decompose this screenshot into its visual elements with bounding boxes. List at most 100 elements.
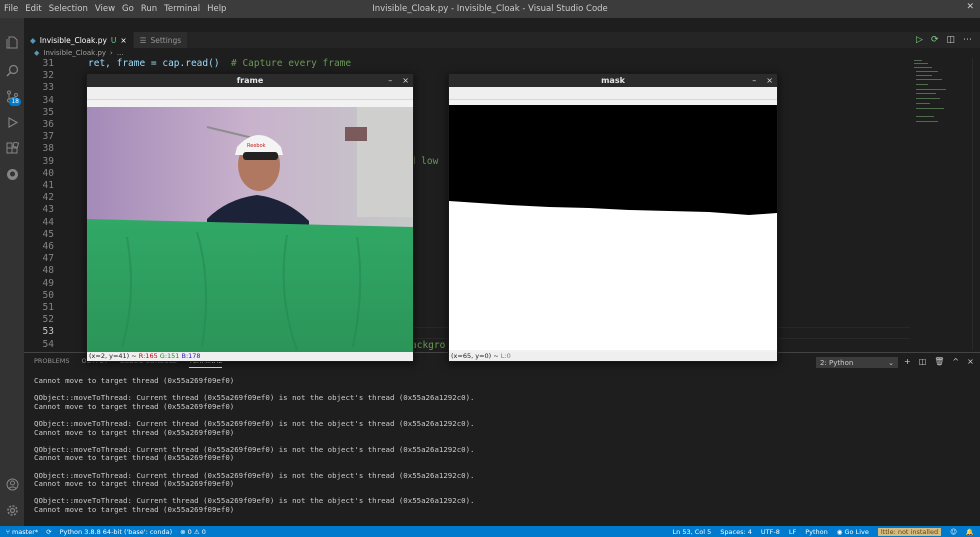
mask-window-toolbar — [449, 87, 777, 100]
code-fragment-53: ackgro — [411, 340, 446, 351]
bottom-panel: PROBLEMS OUTPUT DEBUG CONSOLE TERMINAL 2… — [24, 352, 980, 526]
terminal-line: Cannot move to target thread (0x55a269f0… — [34, 427, 235, 437]
editor-scrollbar[interactable] — [972, 58, 980, 350]
search-icon[interactable] — [4, 62, 20, 78]
editor-tabs: ◆ Invisible_Cloak.py U × ☰ Settings ▷ ⟳ … — [24, 32, 980, 48]
problems-count[interactable]: ⊗ 0 ⚠ 0 — [180, 528, 206, 536]
encoding[interactable]: UTF-8 — [761, 528, 780, 536]
chevron-down-icon: ⌄ — [888, 358, 894, 367]
python-interpreter[interactable]: Python 3.8.8 64-bit ('base': conda) — [60, 528, 173, 536]
menu-run[interactable]: Run — [141, 4, 157, 14]
tab-settings[interactable]: ☰ Settings — [133, 32, 189, 48]
menu-help[interactable]: Help — [207, 4, 226, 14]
go-live-label: Go Live — [844, 527, 869, 536]
split-editor-icon[interactable]: ◫ — [946, 35, 955, 45]
terminal-line: Cannot move to target thread (0x55a269f0… — [34, 401, 235, 411]
run-debug-file-icon[interactable]: ⟳ — [931, 35, 939, 45]
menu-selection[interactable]: Selection — [49, 4, 88, 14]
line-number: 37 — [42, 131, 54, 143]
frame-window-titlebar[interactable]: frame – × — [87, 74, 413, 87]
menu-edit[interactable]: Edit — [25, 4, 41, 14]
menu-file[interactable]: File — [4, 4, 18, 14]
more-actions-icon[interactable]: ⋯ — [963, 35, 972, 45]
menu-view[interactable]: View — [95, 4, 115, 14]
run-file-icon[interactable]: ▷ — [916, 35, 923, 45]
minimize-icon[interactable]: – — [752, 74, 756, 87]
svg-text:Reebok: Reebok — [247, 143, 266, 149]
status-bar: ⑂ master* ⟳ Python 3.8.8 64-bit ('base':… — [0, 526, 980, 537]
blue-value: B:178 — [181, 352, 201, 360]
red-value: R:165 — [138, 352, 158, 360]
scm-badge: 18 — [9, 98, 21, 106]
settings-file-icon: ☰ — [139, 35, 147, 45]
minimap[interactable] — [910, 58, 972, 350]
notifications-icon[interactable]: 🔔 — [966, 528, 974, 536]
pixel-coords: (x=65, y=0) ~ — [451, 352, 499, 360]
python-file-icon: ◆ — [30, 35, 36, 45]
account-icon[interactable] — [4, 476, 20, 492]
kill-terminal-icon[interactable]: 🗑 — [934, 357, 944, 366]
go-live-button[interactable]: ◉ Go Live — [837, 528, 869, 536]
code-line-31: ret, frame = cap.read() # Capture every … — [88, 58, 351, 69]
mask-window-title: mask — [601, 76, 625, 85]
code-comment: # Capture every frame — [231, 58, 352, 69]
terminal-actions: + ◫ 🗑 ^ × — [904, 357, 974, 366]
code-text: ret, frame = cap.read() — [88, 58, 220, 69]
indentation[interactable]: Spaces: 4 — [720, 528, 752, 536]
frame-window-controls: – × — [388, 74, 409, 87]
untracked-badge: U — [110, 35, 117, 45]
sync-icon[interactable]: ⟳ — [46, 528, 51, 536]
menu-terminal[interactable]: Terminal — [164, 4, 200, 14]
close-tab-icon[interactable]: × — [120, 36, 126, 45]
line-number: 31 — [42, 58, 54, 69]
line-number: 33 — [42, 82, 54, 94]
end-of-line[interactable]: LF — [789, 528, 796, 536]
extensions-icon[interactable] — [4, 140, 20, 156]
source-control-icon[interactable]: 18 — [4, 88, 21, 106]
terminal-line: Cannot move to target thread (0x55a269f0… — [34, 376, 235, 385]
line-number: 48 — [42, 265, 54, 277]
luminance-value: L:0 — [500, 352, 511, 360]
explorer-icon[interactable] — [4, 34, 20, 50]
new-terminal-icon[interactable]: + — [904, 357, 911, 366]
status-left: ⑂ master* ⟳ Python 3.8.8 64-bit ('base':… — [0, 528, 206, 536]
terminal-output[interactable]: Cannot move to target thread (0x55a269f0… — [34, 376, 475, 515]
terminal-selector-value: 2: Python — [820, 358, 854, 367]
run-debug-icon[interactable] — [4, 114, 20, 130]
tab-invisible-cloak[interactable]: ◆ Invisible_Cloak.py U × — [24, 32, 134, 48]
close-icon[interactable]: × — [766, 74, 773, 87]
mask-window[interactable]: mask – × (x=65, y=0) ~ L:0 — [448, 73, 778, 362]
menu-go[interactable]: Go — [122, 4, 134, 14]
line-number: 49 — [42, 277, 54, 289]
broadcast-icon: ◉ — [836, 527, 845, 536]
line-number: 35 — [42, 106, 54, 118]
close-window-icon[interactable]: ✕ — [966, 2, 974, 12]
mask-window-titlebar[interactable]: mask – × — [449, 74, 777, 87]
mask-image — [449, 105, 777, 350]
branch-name: master* — [11, 527, 39, 536]
terminal-selector[interactable]: 2: Python ⌄ — [816, 357, 898, 368]
language-mode[interactable]: Python — [805, 528, 828, 536]
cursor-position[interactable]: Ln 53, Col 5 — [673, 528, 712, 536]
frame-window[interactable]: frame – × Reebok (x=2, y=41) ~ R:165 G:1… — [86, 73, 414, 362]
branch-indicator[interactable]: ⑂ master* — [6, 528, 38, 536]
settings-gear-icon[interactable] — [4, 502, 20, 518]
frame-window-toolbar — [87, 87, 413, 100]
line-number: 34 — [42, 94, 54, 106]
close-icon[interactable]: × — [402, 74, 409, 87]
terminal-line: Cannot move to target thread (0x55a269f0… — [34, 504, 235, 514]
feedback-icon[interactable]: ☺ — [950, 528, 957, 536]
pixel-coords: (x=2, y=41) ~ — [89, 352, 137, 360]
github-icon[interactable] — [4, 166, 20, 182]
line-number: 42 — [42, 192, 54, 204]
tab-problems[interactable]: PROBLEMS — [34, 357, 69, 368]
maximize-panel-icon[interactable]: ^ — [952, 357, 959, 366]
split-terminal-icon[interactable]: ◫ — [919, 357, 927, 366]
terminal-line: Cannot move to target thread (0x55a269f0… — [34, 453, 235, 463]
close-panel-icon[interactable]: × — [967, 357, 974, 366]
tab-label: Invisible_Cloak.py — [39, 35, 107, 45]
line-number: 53 — [42, 326, 54, 338]
warning-badge[interactable]: lttle: not installed — [877, 527, 942, 536]
minimize-icon[interactable]: – — [388, 74, 392, 87]
line-number: 50 — [42, 289, 54, 301]
